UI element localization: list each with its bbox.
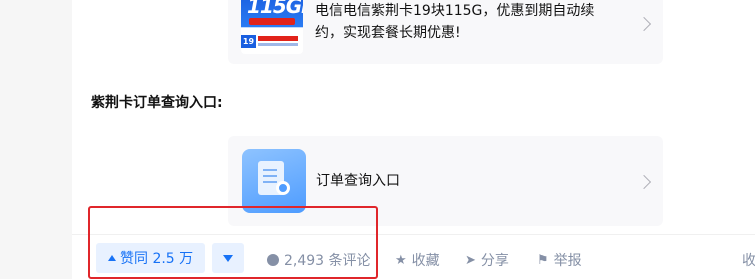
product-card[interactable]: 115GB 19 电信电信紫荆卡19块115G，优惠到期自动续约，实现套餐长期优… <box>228 0 663 64</box>
flag-icon: ⚑ <box>537 252 549 268</box>
star-icon: ★ <box>395 252 407 268</box>
report-button[interactable]: ⚑ 举报 <box>537 250 582 270</box>
product-card-description: 电信电信紫荆卡19块115G，优惠到期自动续约，实现套餐长期优惠! <box>315 3 595 41</box>
share-label: 分享 <box>480 253 509 269</box>
share-button[interactable]: ➤ 分享 <box>465 250 509 270</box>
left-gutter <box>0 0 72 279</box>
chevron-right-icon <box>636 174 652 190</box>
order-query-icon <box>242 149 306 213</box>
product-card-image: 115GB 19 <box>241 0 303 54</box>
product-image-text: 115GB <box>247 0 303 18</box>
favorite-button[interactable]: ★ 收藏 <box>395 250 440 270</box>
product-image-badge: 19 <box>241 35 256 48</box>
order-query-label: 订单查询入口 <box>316 173 400 189</box>
collapse-button[interactable]: 收 <box>742 250 755 270</box>
section-heading: 紫荆卡订单查询入口: <box>91 95 223 111</box>
report-label: 举报 <box>553 253 582 269</box>
chevron-right-icon <box>636 16 652 32</box>
highlight-annotation-box <box>88 206 378 279</box>
favorite-label: 收藏 <box>411 253 440 269</box>
paper-plane-icon: ➤ <box>465 252 476 268</box>
collapse-label: 收 <box>742 253 755 269</box>
